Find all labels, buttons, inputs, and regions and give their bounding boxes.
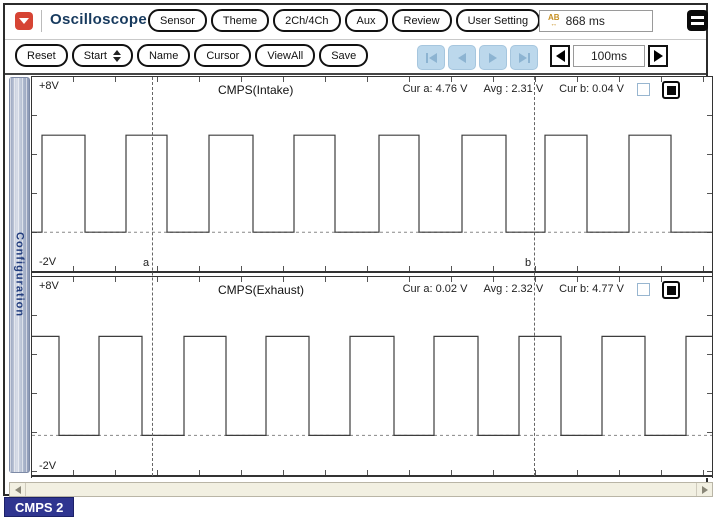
theme-button[interactable]: Theme bbox=[210, 9, 270, 32]
triangle-right-icon bbox=[518, 52, 527, 63]
cursor-a-label: a bbox=[143, 257, 150, 269]
cursor-b-value: Cur b: 4.77 V bbox=[559, 283, 624, 295]
viewall-button[interactable]: ViewAll bbox=[255, 44, 316, 67]
y-min-label: -2V bbox=[39, 256, 57, 268]
channel-title: CMPS(Exhaust) bbox=[218, 283, 305, 297]
triangle-left-icon bbox=[14, 485, 21, 494]
cursor-b-line[interactable] bbox=[534, 77, 535, 476]
triangle-left-icon bbox=[458, 52, 466, 63]
horizontal-scrollbar[interactable] bbox=[9, 482, 713, 497]
cursor-b-label: b bbox=[525, 257, 532, 269]
intake-waveform bbox=[32, 134, 712, 233]
channel-title: CMPS(Intake) bbox=[218, 83, 294, 97]
configuration-panel-handle[interactable]: Configuration bbox=[9, 77, 30, 473]
scroll-left-button[interactable] bbox=[10, 483, 26, 496]
toolbar-row-1: Oscilloscope Sensor Theme 2Ch/4Ch Aux Re… bbox=[5, 5, 708, 40]
nav-next-button[interactable] bbox=[479, 45, 507, 70]
cursor-button[interactable]: Cursor bbox=[194, 44, 252, 67]
y-min-label: -2V bbox=[39, 460, 57, 472]
ab-measure-icon: AB ↔ bbox=[548, 13, 560, 29]
triangle-right-icon bbox=[701, 485, 708, 494]
menu-bar-icon bbox=[691, 16, 704, 19]
title-divider bbox=[41, 10, 42, 32]
channel-exhaust: +8V -2V CMPS(Exhaust) Cur a: 0.02 V Avg … bbox=[32, 276, 712, 477]
black-square-icon bbox=[666, 285, 676, 295]
chevron-down-icon bbox=[19, 18, 29, 24]
y-max-label: +8V bbox=[39, 80, 59, 92]
channel-mode-button[interactable]: 2Ch/4Ch bbox=[273, 9, 341, 32]
scroll-right-button[interactable] bbox=[696, 483, 712, 496]
app-dropdown-icon[interactable] bbox=[15, 12, 33, 30]
bar-icon bbox=[527, 52, 530, 63]
triangle-right-icon bbox=[653, 50, 663, 62]
toolbar-row-2: Reset Start Name Cursor ViewAll Save 100… bbox=[5, 40, 706, 73]
channel-checkbox[interactable] bbox=[637, 283, 650, 296]
aux-button[interactable]: Aux bbox=[344, 9, 388, 32]
name-button[interactable]: Name bbox=[136, 44, 191, 67]
reset-button[interactable]: Reset bbox=[15, 44, 68, 67]
sensor-button[interactable]: Sensor bbox=[148, 9, 207, 32]
review-button[interactable]: Review bbox=[391, 9, 452, 32]
menu-button[interactable] bbox=[687, 10, 708, 31]
black-square-icon bbox=[666, 85, 676, 95]
triangle-right-icon bbox=[489, 52, 497, 63]
timebase-value: 100ms bbox=[573, 45, 645, 67]
channel-checkbox[interactable] bbox=[637, 83, 650, 96]
configuration-label: Configuration bbox=[13, 232, 26, 318]
toolbar: Oscilloscope Sensor Theme 2Ch/4Ch Aux Re… bbox=[5, 5, 708, 75]
bar-icon bbox=[425, 52, 428, 63]
triangle-left-icon bbox=[555, 50, 565, 62]
user-setting-button[interactable]: User Setting bbox=[455, 9, 541, 32]
cursor-b-value: Cur b: 0.04 V bbox=[559, 83, 624, 95]
y-max-label: +8V bbox=[39, 280, 59, 292]
nav-previous-button[interactable] bbox=[448, 45, 476, 70]
toolbar-top-buttons: Sensor Theme 2Ch/4Ch Aux Review User Set… bbox=[148, 9, 541, 32]
footer-tag: CMPS 2 bbox=[4, 497, 75, 517]
triangle-left-icon bbox=[428, 52, 437, 63]
spinner-icon bbox=[112, 49, 121, 62]
channel-color-button[interactable] bbox=[662, 281, 680, 299]
record-nav-group bbox=[417, 45, 538, 70]
cursor-a-value: Cur a: 4.76 V bbox=[402, 83, 468, 95]
start-button-label: Start bbox=[83, 49, 107, 62]
scope-plot-area: +8V -2V CMPS(Intake) Cur a: 4.76 V Avg :… bbox=[31, 76, 713, 478]
channel-measurements: Cur a: 4.76 V Avg : 2.31 V Cur b: 0.04 V bbox=[403, 83, 624, 95]
cursor-a-line[interactable] bbox=[152, 77, 153, 476]
app-window: Oscilloscope Sensor Theme 2Ch/4Ch Aux Re… bbox=[3, 3, 713, 497]
nav-last-button[interactable] bbox=[510, 45, 538, 70]
time-measurement-display: AB ↔ 868 ms bbox=[539, 10, 653, 32]
timebase-group: 100ms bbox=[550, 45, 668, 67]
toolbar-bottom-buttons: Reset Start Name Cursor ViewAll Save bbox=[15, 44, 369, 67]
cursor-a-value: Cur a: 0.02 V bbox=[402, 283, 468, 295]
channel-color-button[interactable] bbox=[662, 81, 680, 99]
app-title: Oscilloscope bbox=[50, 11, 147, 28]
exhaust-waveform bbox=[32, 335, 712, 436]
timebase-decrease-button[interactable] bbox=[550, 45, 570, 67]
menu-bar-icon bbox=[691, 22, 704, 25]
channel-measurements: Cur a: 0.02 V Avg : 2.32 V Cur b: 4.77 V bbox=[403, 283, 624, 295]
save-button[interactable]: Save bbox=[319, 44, 369, 67]
time-measurement-value: 868 ms bbox=[565, 14, 605, 28]
start-button[interactable]: Start bbox=[71, 44, 133, 67]
timebase-increase-button[interactable] bbox=[648, 45, 668, 67]
nav-first-button[interactable] bbox=[417, 45, 445, 70]
channel-intake: +8V -2V CMPS(Intake) Cur a: 4.76 V Avg :… bbox=[32, 77, 712, 273]
